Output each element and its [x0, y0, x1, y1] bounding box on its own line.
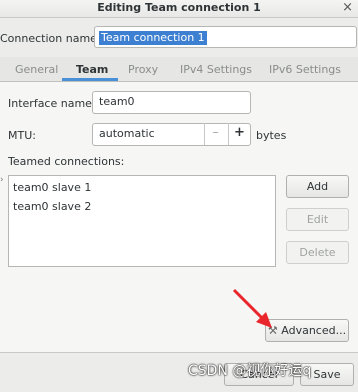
tab-general[interactable]: General	[15, 63, 58, 76]
window-title: Editing Team connection 1	[97, 1, 261, 14]
mtu-value: automatic	[99, 127, 155, 140]
teamed-connections-list[interactable]: team0 slave 1 team0 slave 2	[8, 175, 276, 267]
close-icon[interactable]: ×	[342, 0, 353, 16]
mtu-label: MTU:	[8, 129, 36, 142]
tab-ipv6-settings[interactable]: IPv6 Settings	[269, 63, 341, 76]
tab-bar: General Team Proxy IPv4 Settings IPv6 Se…	[0, 57, 358, 82]
active-tab-indicator	[62, 78, 118, 81]
connection-name-value: Team connection 1	[99, 31, 207, 45]
teamed-connections-label: Teamed connections:	[8, 155, 125, 168]
add-button[interactable]: Add	[286, 175, 349, 198]
delete-button[interactable]: Delete	[286, 241, 349, 264]
advanced-label: Advanced...	[281, 324, 347, 337]
mtu-increment-button[interactable]: +	[228, 123, 250, 145]
list-item[interactable]: team0 slave 1	[13, 181, 91, 194]
title-bar: Editing Team connection 1 ×	[0, 0, 358, 18]
connection-name-input[interactable]: Team connection 1	[94, 26, 357, 48]
team-panel: Interface name: team0 MTU: automatic – +…	[0, 82, 358, 352]
arrow-icon	[232, 288, 272, 328]
connection-name-label: Connection name:	[0, 32, 101, 45]
tab-team[interactable]: Team	[76, 63, 108, 76]
tab-proxy[interactable]: Proxy	[128, 63, 158, 76]
mtu-unit: bytes	[256, 129, 287, 142]
interface-name-input[interactable]: team0	[92, 91, 251, 114]
connection-name-row: Connection name: Team connection 1	[0, 26, 358, 50]
interface-name-label: Interface name:	[8, 97, 96, 110]
edit-button[interactable]: Edit	[286, 208, 349, 231]
tab-ipv4-settings[interactable]: IPv4 Settings	[180, 63, 252, 76]
mtu-decrement-button[interactable]: –	[204, 123, 226, 145]
list-item[interactable]: team0 slave 2	[13, 200, 91, 213]
left-edge-mark: ›	[0, 175, 4, 185]
watermark: CSDN @视你好运q	[188, 363, 312, 379]
